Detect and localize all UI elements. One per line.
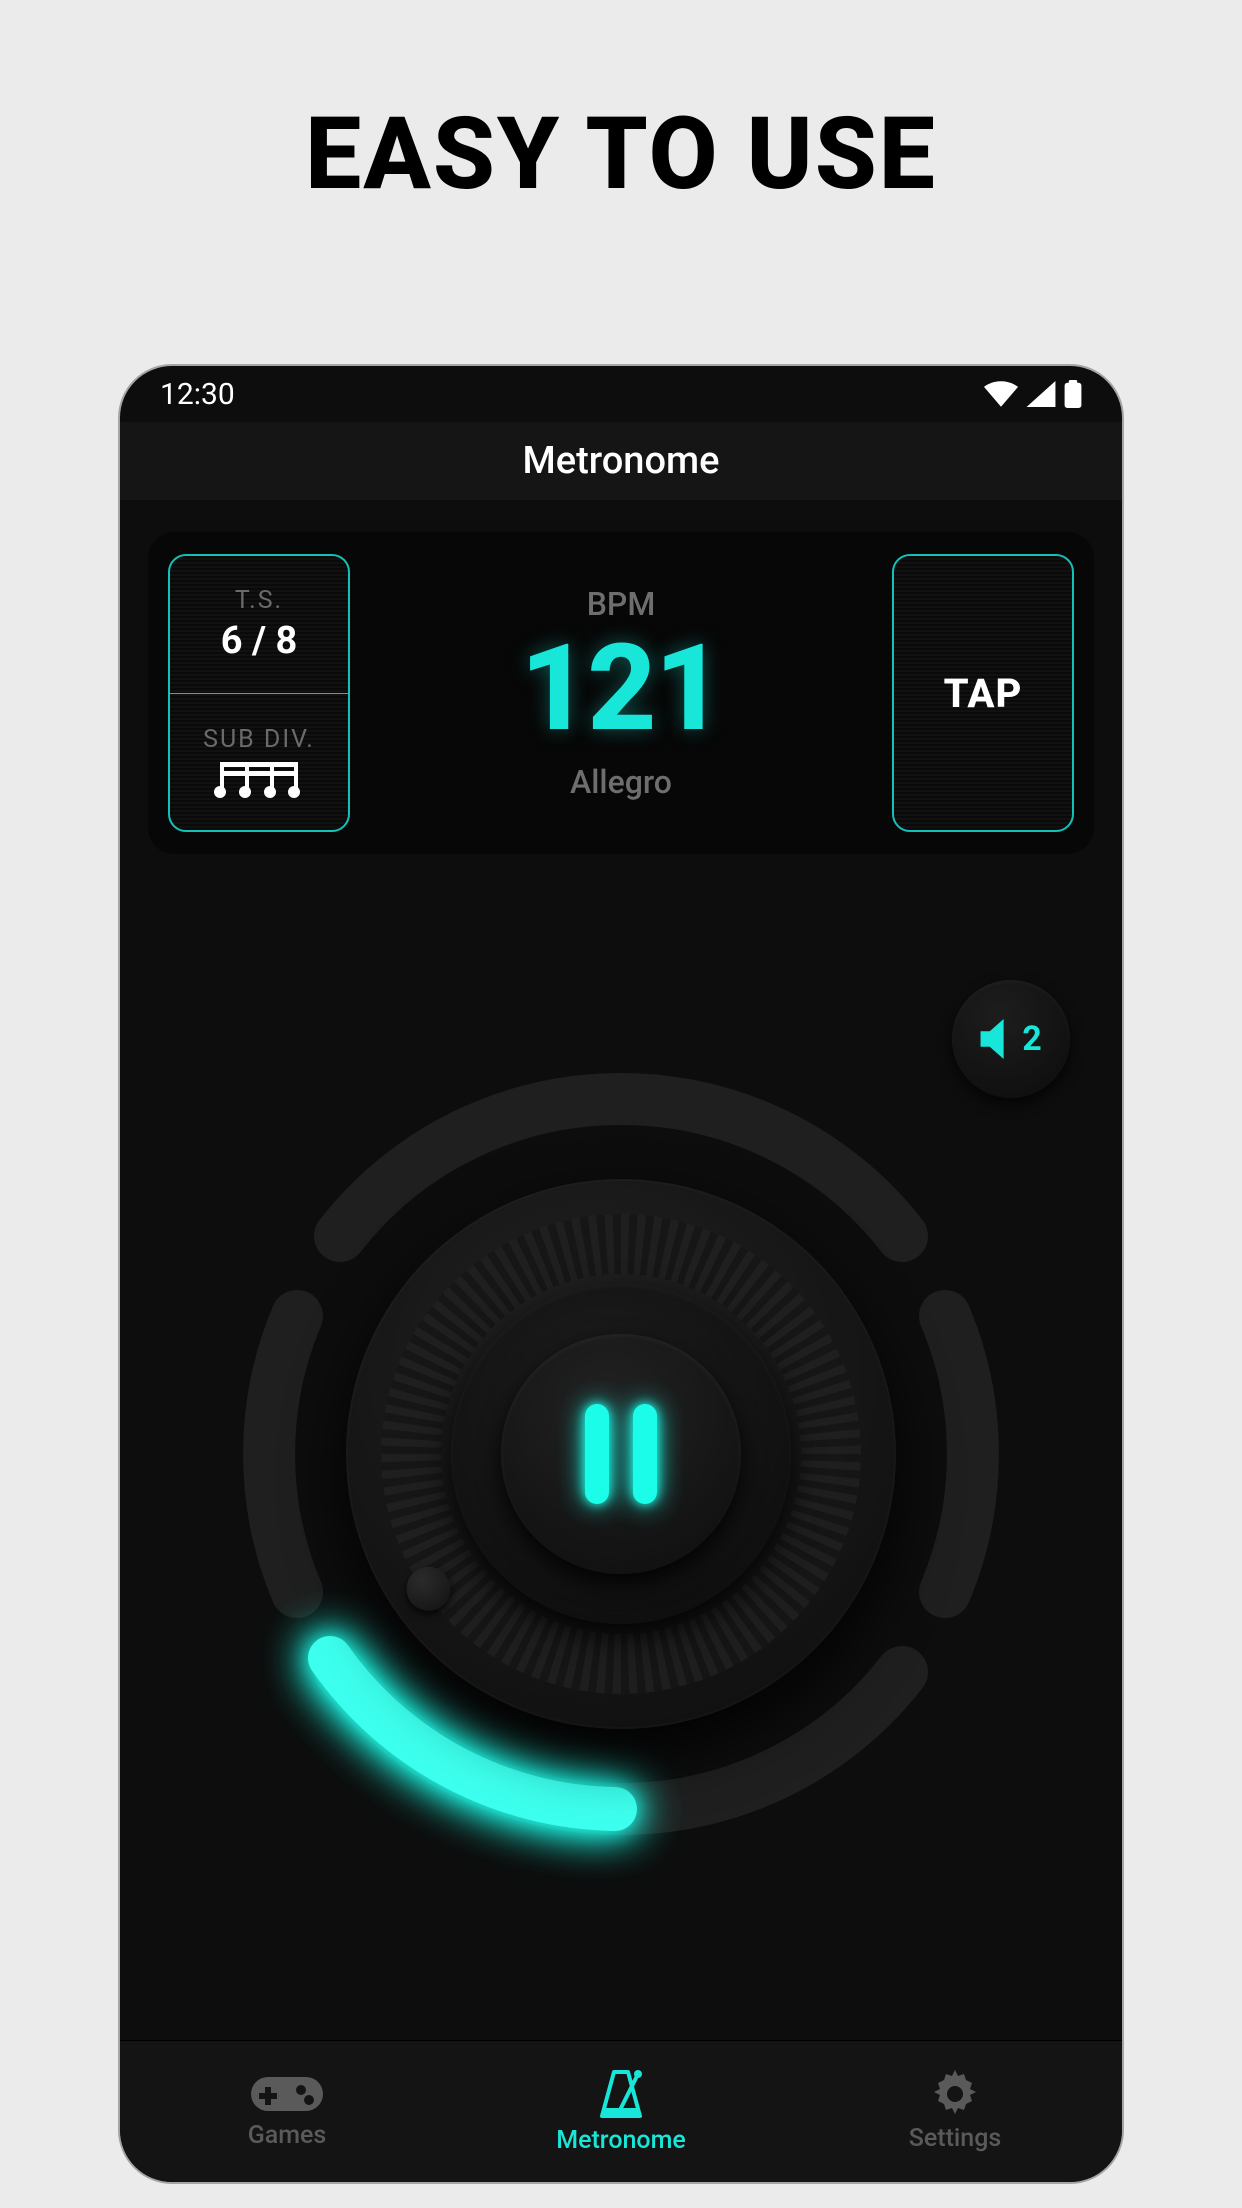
- tempo-dial[interactable]: [211, 1044, 1031, 1864]
- subdiv-label: SUB DIV.: [203, 725, 315, 754]
- gamepad-icon: [251, 2073, 323, 2115]
- page-title: Metronome: [523, 439, 720, 483]
- dial-indicator-dot: [406, 1567, 450, 1611]
- nav-games[interactable]: Games: [120, 2073, 454, 2150]
- status-icons: [984, 380, 1082, 408]
- metronome-icon: [596, 2068, 646, 2120]
- bpm-value: 121: [520, 623, 722, 755]
- signal-icon: [1026, 381, 1056, 407]
- nav-label: Games: [248, 2121, 327, 2150]
- pause-icon: [585, 1404, 609, 1504]
- ts-label: T.S.: [235, 586, 283, 615]
- nav-label: Settings: [909, 2124, 1002, 2153]
- sixteenth-notes-icon: [214, 762, 304, 798]
- battery-icon: [1064, 380, 1082, 408]
- bpm-label: BPM: [587, 585, 656, 623]
- tempo-name: Allegro: [570, 763, 672, 801]
- status-time: 12:30: [160, 377, 235, 412]
- tap-tempo-button[interactable]: TAP: [892, 554, 1074, 832]
- nav-label: Metronome: [556, 2126, 686, 2155]
- app-header: Metronome: [120, 422, 1122, 500]
- status-bar: 12:30: [120, 366, 1122, 422]
- marketing-headline: EASY TO USE: [0, 0, 1242, 213]
- bpm-display[interactable]: BPM 121 Allegro: [372, 554, 870, 832]
- pause-icon: [633, 1404, 657, 1504]
- ts-value: 6 / 8: [221, 619, 298, 663]
- control-panel: T.S. 6 / 8 SUB DIV.: [148, 532, 1094, 854]
- pause-button[interactable]: [501, 1334, 741, 1574]
- nav-settings[interactable]: Settings: [788, 2070, 1122, 2153]
- subdivision-section[interactable]: SUB DIV.: [170, 694, 348, 831]
- wifi-icon: [984, 381, 1018, 407]
- nav-metronome[interactable]: Metronome: [454, 2068, 788, 2155]
- time-signature-section[interactable]: T.S. 6 / 8: [170, 556, 348, 694]
- dial-area: 2: [120, 854, 1122, 2040]
- gear-icon: [931, 2070, 979, 2118]
- time-signature-box[interactable]: T.S. 6 / 8 SUB DIV.: [168, 554, 350, 832]
- tap-label: TAP: [944, 670, 1023, 717]
- phone-frame: 12:30 Metronome T.S. 6 / 8 SUB DIV.: [120, 366, 1122, 2182]
- bottom-nav: Games Metronome Settings: [120, 2040, 1122, 2182]
